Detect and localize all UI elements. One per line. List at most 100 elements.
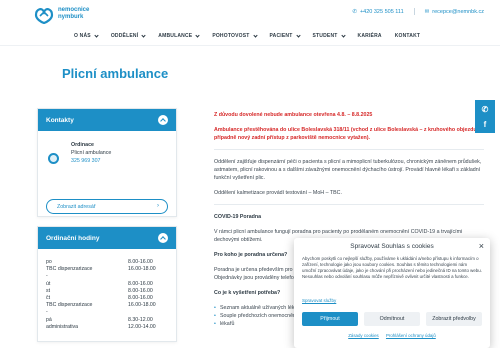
hours-card-header[interactable]: Ordinační hodiny [38,227,176,249]
page-title: Plicní ambulance [62,66,169,81]
divider [214,204,484,205]
cookie-policy-link[interactable]: Zásady cookies [348,333,379,338]
testing-paragraph: Oddělení kalmetizace provádí testování –… [214,190,342,196]
nav-item-pacient[interactable]: PACIENT [269,32,301,39]
hours-day: - [46,309,48,316]
chevron-up-icon[interactable] [158,233,168,243]
hours-time: 8.00-16.00 [128,295,153,302]
nav-item-oddeleni[interactable]: ODDĚLENÍ [110,32,146,39]
chevron-down-icon [94,32,99,38]
contacts-heading: Kontakty [46,116,74,124]
holiday-notice: Z důvodu dovolené nebude ambulance otevř… [214,112,373,118]
nav-label: STUDENT [312,33,338,39]
hours-row: po 8.00-16.00 [46,259,168,266]
hours-row: - [46,309,168,316]
chevron-down-icon [252,32,258,38]
preferences-button[interactable]: Zobrazit předvolby [426,312,482,326]
hours-row: st 8.00-16.00 [46,288,168,295]
hours-time: 8.00-16.00 [128,287,153,294]
office-info: Ordinace Plicní ambulance 325 969 307 [71,141,111,165]
deny-button[interactable]: Odmítnout [364,312,420,326]
chevron-up-icon[interactable] [158,115,168,125]
hours-row: TBC dispenzarizace 16.00-18.00 [46,266,168,273]
facebook-icon: f [483,119,487,129]
office-subtitle: Plicní ambulance [71,150,112,156]
sidebar: Kontakty Ordinace Plicní ambulance 325 9… [37,108,177,348]
phone-icon: ✆ [481,104,489,114]
logo-text: nemocnice nymburk [58,7,89,21]
hours-day: čt [46,295,51,302]
hours-day: TBC dispenzarizace [46,302,93,309]
email-link[interactable]: ✉ recepce@nemnbk.cz [425,8,484,15]
nav-item-kariera[interactable]: KARIÉRA [358,33,382,39]
hours-day: - [46,273,48,280]
nav-item-pohotovost[interactable]: POHOTOVOST [212,32,258,39]
email-address: recepce@nemnbk.cz [432,8,484,15]
phone-icon: ✆ [352,8,357,15]
contact-divider [413,8,415,15]
description-paragraph: Oddělení zajišťuje dispenzární péči o pa… [214,159,482,181]
hours-time: 16.00-18.00 [128,302,156,309]
site-header: nemocnice nymburk ✆ +420 325 505 111 ✉ r… [0,0,500,46]
chevron-down-icon [340,32,346,38]
office-phone[interactable]: 325 969 307 [71,157,111,165]
manage-services-link[interactable]: Spravovat služby [302,298,336,303]
phone-link[interactable]: ✆ +420 325 505 111 [352,8,403,15]
logo-line2: nymburk [58,14,84,20]
nav-item-student[interactable]: STUDENT [312,32,346,39]
hours-row: TBC dispenzarizace 16.00-18.00 [46,302,168,309]
hours-row: pá 8.30-12.00 [46,317,168,324]
office-name: Ordinace [71,142,94,148]
nav-item-ambulance[interactable]: AMBULANCE [158,32,200,39]
show-directory-label: Zobrazit adresář [57,203,96,210]
main-nav: O NÁS ODDĚLENÍ AMBULANCE POHOTOVOST PACI… [74,32,420,39]
phone-number: +420 325 505 111 [359,8,404,15]
mail-icon: ✉ [424,8,430,15]
relocation-notice: Ambulance přestěhována do ulice Boleslav… [214,127,479,141]
hours-day: administrativa [46,323,79,330]
accept-button[interactable]: Přijmout [302,312,358,326]
hours-day: TBC dispenzarizace [46,266,93,273]
contacts-card-header[interactable]: Kontakty [38,109,176,131]
hours-row: administrativa 12.00-14.00 [46,324,168,331]
nav-item-kontakt[interactable]: KONTAKT [395,33,420,39]
hours-time: 12.00-14.00 [128,323,156,330]
hours-day: pá [46,316,52,323]
hours-list: po 8.00-16.00 TBC dispenzarizace 16.00-18.… [38,249,176,341]
privacy-statement-link[interactable]: Prohlášení ochrany údajů [386,333,436,338]
divider [214,149,484,150]
header-contacts: ✆ +420 325 505 111 ✉ recepce@nemnbk.cz [352,8,484,15]
hours-day: st [46,287,51,294]
hours-heading: Ordinační hodiny [46,234,100,242]
hours-row: čt 8.00-16.00 [46,295,168,302]
close-icon[interactable]: × [479,241,484,251]
hours-time: 8.00-16.00 [128,259,153,265]
hours-card: Ordinační hodiny po 8.00-16.00 TBC dispen… [37,226,177,343]
contacts-card: Kontakty Ordinace Plicní ambulance 325 9… [37,108,177,217]
chevron-down-icon [295,32,301,38]
hours-time [128,273,168,280]
hours-row: út 8.00-16.00 [46,281,168,288]
cookie-dialog-buttons: Přijmout Odmítnout Zobrazit předvolby [302,312,482,326]
office-icon [48,153,59,164]
nav-label: ODDĚLENÍ [110,33,139,39]
nav-label: PACIENT [269,33,293,39]
cookie-dialog-footer: Zásady cookies Prohlášení ochrany údajů [294,333,490,338]
covid-heading: COVID-19 Poradna [214,214,262,220]
nav-label: POHOTOVOST [212,33,250,39]
nav-item-o-nas[interactable]: O NÁS [74,32,99,39]
logo-line1: nemocnice [58,7,90,13]
hours-time: 16.00-18.00 [128,266,156,273]
cookie-dialog-text: Abychom poskytli co nejlepší služby, pou… [302,256,482,279]
nav-label: KONTAKT [394,33,421,39]
site-logo[interactable]: nemocnice nymburk [34,5,154,27]
logo-heart-icon [34,8,54,24]
hours-day: út [46,280,51,287]
contacts-card-body: Ordinace Plicní ambulance 325 969 307 Zo… [38,131,176,214]
facebook-float-button[interactable]: f [475,115,495,133]
chevron-down-icon [195,32,200,38]
arrow-right-icon: › [157,203,159,209]
cookie-consent-dialog: Spravovat Souhlas s cookies × Abychom po… [294,238,490,348]
show-directory-button[interactable]: Zobrazit adresář › [46,199,168,214]
cookie-dialog-title: Spravovat Souhlas s cookies [350,243,434,250]
